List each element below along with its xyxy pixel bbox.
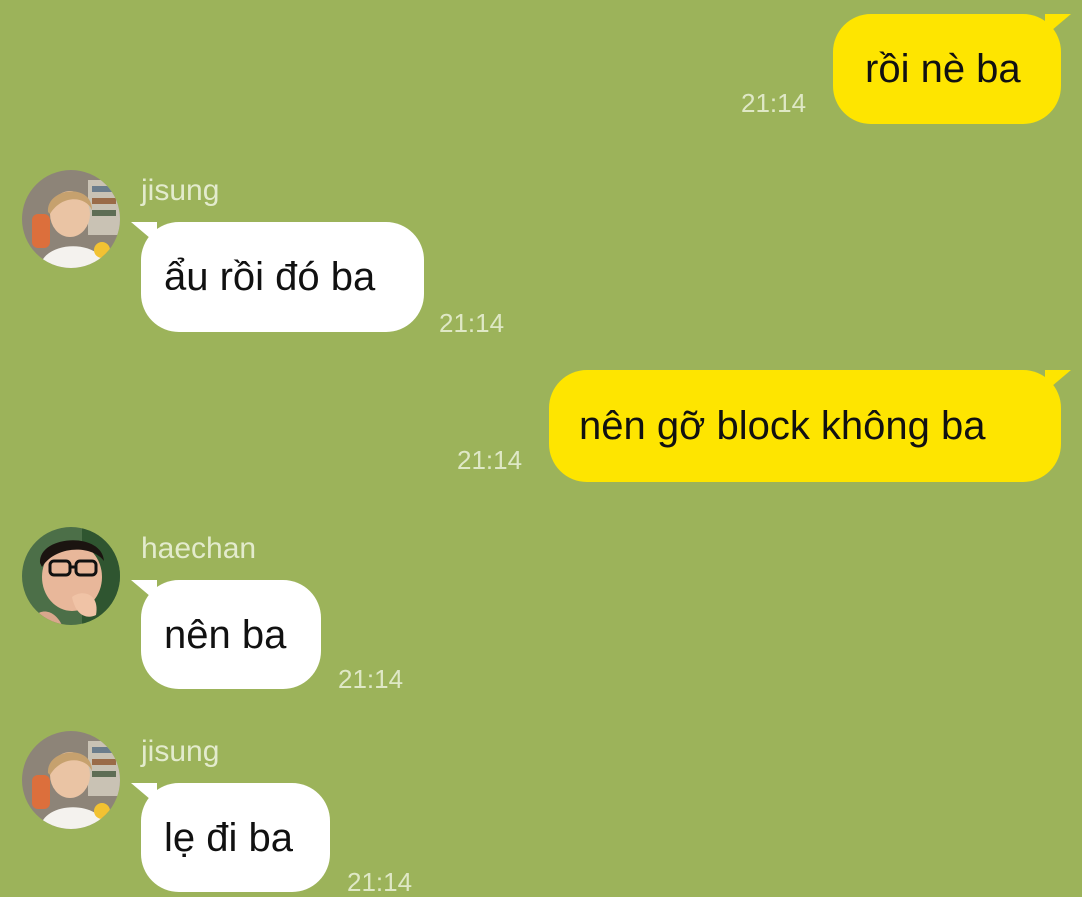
message-bubble-received[interactable]: lẹ đi ba [131,783,330,892]
message-bubble-sent[interactable]: rồi nè ba [833,14,1071,124]
jisung-avatar[interactable] [22,170,120,268]
jisung-avatar[interactable] [22,731,120,829]
message-timestamp: 21:14 [338,664,404,694]
haechan-avatar[interactable] [22,527,120,625]
message-timestamp: 21:14 [439,308,505,338]
message-bubble-received[interactable]: nên ba [131,580,321,689]
sender-name: haechan [141,532,257,565]
message-timestamp: 21:14 [457,445,523,475]
sender-name: jisung [141,735,220,768]
message-text: ẩu rồi đó ba [164,255,376,299]
message-bubble-received[interactable]: ẩu rồi đó ba [131,222,424,332]
message-text: rồi nè ba [865,47,1021,91]
message-text: lẹ đi ba [164,815,293,860]
chat-view[interactable]: 21:14 rồi nè ba jisung ẩu rồi đó ba 21:1… [0,0,1082,895]
sender-name: jisung [141,174,220,207]
message-text: nên gỡ block không ba [579,404,986,448]
message-timestamp: 21:14 [741,88,807,118]
message-bubble-sent[interactable]: nên gỡ block không ba [549,370,1071,482]
message-text: nên ba [164,612,287,657]
message-timestamp: 21:14 [347,867,413,897]
